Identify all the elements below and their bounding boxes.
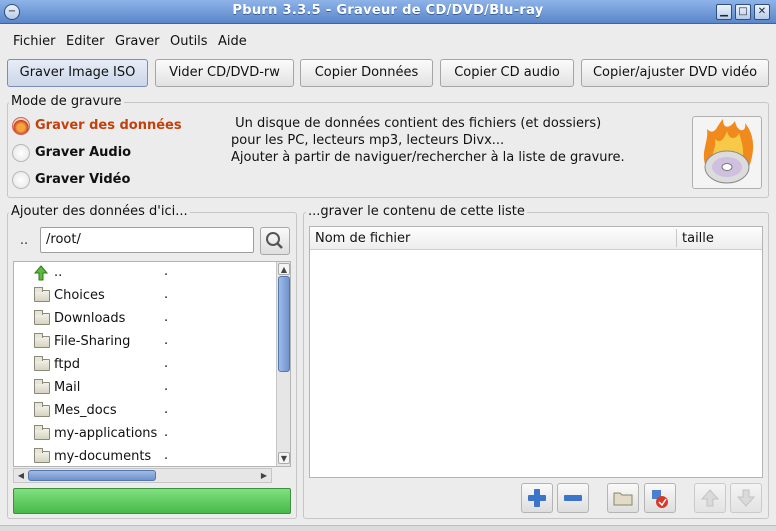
file-name: Choices (54, 288, 105, 303)
file-size: . (164, 333, 169, 348)
mode-description-line: Ajouter à partir de naviguer/rechercher … (231, 150, 625, 165)
file-name: File-Sharing (54, 334, 131, 349)
file-size: . (164, 448, 169, 463)
menu-aide[interactable]: Aide (218, 34, 247, 49)
scroll-left-icon[interactable]: ◀ (15, 470, 27, 481)
file-name: Downloads (54, 311, 126, 326)
arrow-up-icon (34, 265, 48, 281)
menu-outils[interactable]: Outils (170, 34, 208, 49)
column-header-size[interactable]: taille (682, 231, 714, 246)
file-name: my-documents (54, 449, 152, 464)
radio-burn-video[interactable] (12, 171, 30, 189)
column-header-filename[interactable]: Nom de fichier (315, 231, 410, 246)
copy-dvd-video-button[interactable]: Copier/ajuster DVD vidéo (581, 59, 769, 87)
column-divider (676, 229, 677, 247)
list-item[interactable]: my-documents. (14, 446, 274, 466)
parent-dir-button[interactable]: .. (13, 229, 35, 255)
maximize-icon[interactable]: □ (735, 4, 751, 20)
burn-list-label: ...graver le contenu de cette liste (306, 204, 527, 219)
move-up-button[interactable] (694, 483, 726, 513)
folder-icon (34, 425, 50, 440)
folder-icon (613, 492, 633, 506)
file-name: .. (54, 265, 63, 280)
radio-burn-audio[interactable] (12, 144, 30, 162)
file-size: . (164, 356, 169, 371)
file-size: . (164, 379, 169, 394)
window-title: Pburn 3.3.5 - Graveur de CD/DVD/Blu-ray (232, 3, 544, 18)
folder-icon (34, 333, 50, 348)
radio-label-burn-audio[interactable]: Graver Audio (35, 145, 131, 160)
burn-iso-button[interactable]: Graver Image ISO (7, 59, 148, 87)
edit-icon (652, 490, 668, 508)
path-input[interactable]: /root/ (40, 227, 254, 253)
scroll-down-icon[interactable]: ▼ (278, 452, 290, 464)
copy-data-button[interactable]: Copier Données (300, 59, 433, 87)
list-item[interactable]: .. . (14, 262, 274, 285)
vertical-scrollbar[interactable]: ▲ ▼ (276, 262, 290, 466)
file-name: ftpd (54, 357, 80, 372)
scroll-up-icon[interactable]: ▲ (278, 263, 290, 275)
arrow-down-icon (736, 489, 756, 507)
file-size: . (164, 287, 169, 302)
list-item[interactable]: File-Sharing. (14, 331, 274, 354)
menu-graver[interactable]: Graver (115, 34, 159, 49)
file-size: . (164, 425, 169, 440)
menu-editer[interactable]: Editer (66, 34, 105, 49)
edit-button[interactable] (644, 483, 676, 513)
list-item[interactable]: my-applications. (14, 423, 274, 446)
menu-fichier[interactable]: Fichier (13, 34, 56, 49)
radio-label-burn-video[interactable]: Graver Vidéo (35, 172, 130, 187)
minimize-icon[interactable]: ▁ (716, 4, 732, 20)
mode-description-line: pour les PC, lecteurs mp3, lecteurs Divx… (231, 133, 505, 148)
add-icon (528, 489, 546, 507)
burn-list[interactable]: Nom de fichier taille (309, 226, 763, 478)
add-button[interactable] (521, 483, 553, 513)
progress-bar (13, 488, 291, 514)
horizontal-scrollbar[interactable]: ◀ ▶ (13, 468, 272, 483)
burn-mode-label: Mode de gravure (9, 94, 124, 109)
move-down-button[interactable] (730, 483, 762, 513)
menu-bar: Fichier Editer Graver Outils Aide (0, 25, 776, 57)
arrow-up-icon (700, 489, 720, 507)
copy-audio-cd-button[interactable]: Copier CD audio (440, 59, 574, 87)
title-bar: − Pburn 3.3.5 - Graveur de CD/DVD/Blu-ra… (0, 0, 776, 24)
browser-label: Ajouter des données d'ici... (9, 204, 190, 219)
scrollbar-thumb[interactable] (278, 276, 290, 372)
list-item[interactable]: Choices. (14, 285, 274, 308)
list-item[interactable]: ftpd. (14, 354, 274, 377)
file-size: . (164, 310, 169, 325)
folder-icon (34, 402, 50, 417)
list-item[interactable]: Downloads. (14, 308, 274, 331)
file-name: my-applications (54, 426, 158, 441)
status-strip (0, 525, 776, 531)
file-size: . (164, 402, 169, 417)
file-name: Mail (54, 380, 81, 395)
remove-icon (564, 495, 582, 501)
blank-disc-button[interactable]: Vider CD/DVD-rw (155, 59, 294, 87)
close-icon[interactable]: ✕ (754, 4, 770, 20)
folder-icon (34, 356, 50, 371)
list-item[interactable]: Mes_docs. (14, 400, 274, 423)
radio-label-burn-data[interactable]: Graver des données (35, 118, 182, 133)
file-name: Mes_docs (54, 403, 117, 418)
scroll-right-icon[interactable]: ▶ (258, 470, 270, 481)
folder-icon (34, 287, 50, 302)
burn-list-header: Nom de fichier taille (310, 227, 762, 250)
folder-icon (34, 448, 50, 463)
radio-burn-data[interactable] (12, 117, 30, 135)
folder-icon (34, 379, 50, 394)
list-item[interactable]: Mail. (14, 377, 274, 400)
search-icon (266, 232, 283, 249)
file-size: . (164, 264, 169, 279)
file-list: .. . Choices. Downloads. File-Sharing. f… (13, 261, 291, 467)
open-folder-button[interactable] (607, 483, 639, 513)
hscrollbar-thumb[interactable] (28, 470, 156, 481)
remove-button[interactable] (557, 483, 589, 513)
search-button[interactable] (260, 227, 290, 255)
mode-description-line: Un disque de données contient des fichie… (231, 116, 602, 131)
burn-disc-icon (692, 116, 762, 189)
folder-icon (34, 310, 50, 325)
